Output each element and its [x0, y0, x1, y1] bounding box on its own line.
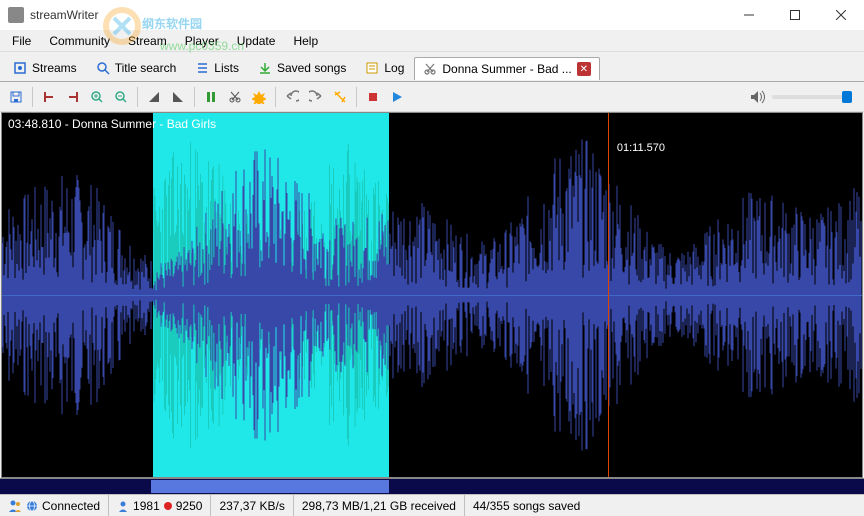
toolbar-separator	[275, 87, 276, 107]
users-blue-count: 1981	[133, 499, 160, 513]
redo-button[interactable]	[304, 85, 328, 109]
people-icon	[8, 499, 22, 513]
waveform-centerline	[2, 295, 862, 296]
menu-community[interactable]: Community	[41, 32, 118, 50]
status-received: 298,73 MB/1,21 GB received	[294, 495, 465, 516]
log-icon	[365, 61, 379, 75]
status-connection: Connected	[0, 495, 109, 516]
save-icon	[9, 90, 23, 104]
minimize-button[interactable]	[726, 0, 772, 30]
position-end-button[interactable]	[61, 85, 85, 109]
undo-button[interactable]	[280, 85, 304, 109]
volume-track[interactable]	[772, 95, 852, 99]
effects-icon	[252, 90, 266, 104]
fade-out-button[interactable]	[166, 85, 190, 109]
tab-cut[interactable]: Donna Summer - Bad ...✕	[414, 57, 599, 80]
editor-toolbar	[0, 82, 864, 112]
menu-player[interactable]: Player	[177, 32, 227, 50]
search-icon	[96, 61, 110, 75]
menu-update[interactable]: Update	[229, 32, 284, 50]
overview-thumb[interactable]	[151, 480, 389, 493]
toolbar-separator	[194, 87, 195, 107]
position-start-button[interactable]	[37, 85, 61, 109]
saved-icon	[258, 61, 272, 75]
cut-icon	[423, 62, 437, 76]
status-users: 1981 9250	[109, 495, 211, 516]
menu-help[interactable]: Help	[285, 32, 326, 50]
tab-lists[interactable]: Lists	[186, 56, 248, 79]
zoom-out-icon	[114, 90, 128, 104]
overview-row	[0, 478, 864, 494]
play-button[interactable]	[385, 85, 409, 109]
fade-in-button[interactable]	[142, 85, 166, 109]
users-red-count: 9250	[176, 499, 203, 513]
maximize-button[interactable]	[772, 0, 818, 30]
streams-icon	[13, 61, 27, 75]
zoom-in-button[interactable]	[85, 85, 109, 109]
auto-cut-icon	[333, 90, 347, 104]
play-pause-icon	[204, 90, 218, 104]
status-rate: 237,37 KB/s	[211, 495, 293, 516]
globe-icon	[26, 500, 38, 512]
auto-cut-button[interactable]	[328, 85, 352, 109]
toolbar-separator	[32, 87, 33, 107]
save-button[interactable]	[4, 85, 28, 109]
volume-thumb[interactable]	[842, 91, 852, 103]
toolbar-separator	[356, 87, 357, 107]
menu-file[interactable]: File	[4, 32, 39, 50]
stop-icon	[366, 90, 380, 104]
speaker-icon	[750, 90, 766, 104]
redo-icon	[309, 90, 323, 104]
position-start-icon	[42, 90, 56, 104]
fade-out-icon	[171, 90, 185, 104]
record-dot-icon	[164, 502, 172, 510]
tab-row: StreamsTitle searchListsSaved songsLogDo…	[0, 52, 864, 82]
tab-log[interactable]: Log	[356, 56, 413, 79]
titlebar: streamWriter	[0, 0, 864, 30]
close-button[interactable]	[818, 0, 864, 30]
cut-icon	[228, 90, 242, 104]
fade-in-icon	[147, 90, 161, 104]
tab-streams[interactable]: Streams	[4, 56, 86, 79]
waveform-title: 03:48.810 - Donna Summer - Bad Girls	[8, 117, 216, 131]
app-icon	[8, 7, 24, 23]
undo-icon	[285, 90, 299, 104]
play-icon	[390, 90, 404, 104]
user-icon	[117, 500, 129, 512]
volume-control[interactable]	[750, 90, 860, 104]
play-pause-button[interactable]	[199, 85, 223, 109]
cursor-time-label: 01:11.570	[617, 142, 665, 154]
playhead-cursor[interactable]	[608, 113, 609, 477]
stop-button[interactable]	[361, 85, 385, 109]
effects-button[interactable]	[247, 85, 271, 109]
cut-button[interactable]	[223, 85, 247, 109]
menu-stream[interactable]: Stream	[120, 32, 175, 50]
menubar: FileCommunityStreamPlayerUpdateHelp	[0, 30, 864, 52]
waveform-editor[interactable]: 03:48.810 - Donna Summer - Bad Girls 01:…	[1, 112, 863, 478]
overview-track[interactable]	[0, 479, 864, 494]
position-end-icon	[66, 90, 80, 104]
toolbar-separator	[137, 87, 138, 107]
zoom-out-button[interactable]	[109, 85, 133, 109]
tab-search[interactable]: Title search	[87, 56, 186, 79]
lists-icon	[195, 61, 209, 75]
tab-close-icon[interactable]: ✕	[577, 62, 591, 76]
tab-saved[interactable]: Saved songs	[249, 56, 355, 79]
zoom-in-icon	[90, 90, 104, 104]
statusbar: Connected 1981 9250 237,37 KB/s 298,73 M…	[0, 494, 864, 516]
window-title: streamWriter	[30, 8, 726, 22]
status-connected-text: Connected	[42, 499, 100, 513]
status-saved: 44/355 songs saved	[465, 495, 588, 516]
